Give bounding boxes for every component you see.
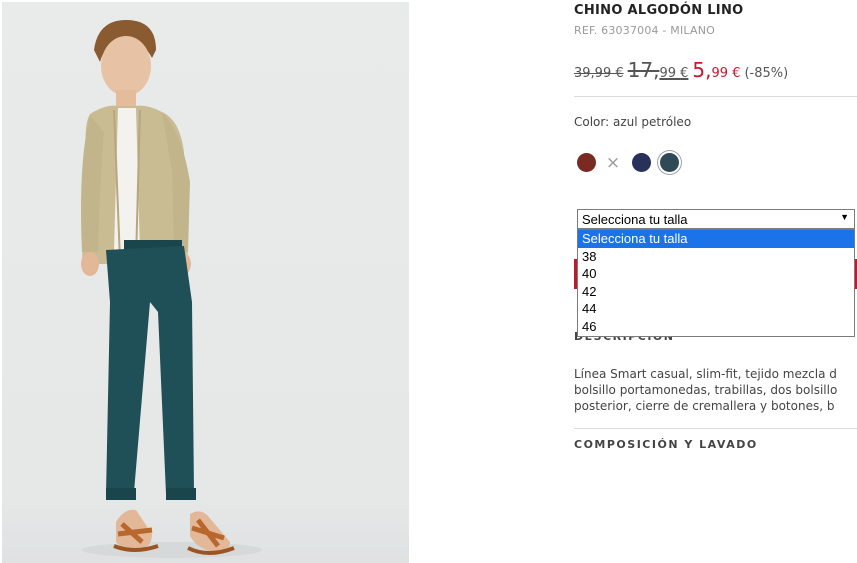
- color-label: Color: azul petróleo: [574, 115, 692, 129]
- price-block: 39,99 €17,99 €5,99 € (-85%): [574, 58, 788, 82]
- size-option-40[interactable]: 40: [578, 265, 854, 283]
- product-image[interactable]: [2, 2, 409, 563]
- discount-badge: (-85%): [744, 66, 789, 81]
- size-option-44[interactable]: 44: [578, 300, 854, 318]
- size-option-placeholder[interactable]: Selecciona tu talla: [578, 230, 854, 248]
- size-option-46[interactable]: 46: [578, 318, 854, 336]
- unavailable-cross-icon: ×: [605, 152, 621, 173]
- size-select[interactable]: Selecciona tu talla ▼: [577, 209, 855, 229]
- size-dropdown-list: Selecciona tu talla 38 40 42 44 46: [577, 229, 855, 337]
- divider: [574, 428, 857, 429]
- swatch-granate[interactable]: [577, 153, 596, 172]
- price-original: 39,99 €: [574, 66, 624, 81]
- model-illustration: [81, 20, 262, 558]
- price-previous: 17,99 €: [627, 58, 689, 82]
- color-swatches: ×: [577, 153, 688, 172]
- dropdown-arrow-icon: ▼: [840, 212, 849, 222]
- swatch-azul-petroleo[interactable]: [660, 153, 679, 172]
- swatch-azul-marino[interactable]: [632, 153, 651, 172]
- description-text: Línea Smart casual, slim-fit, tejido mez…: [574, 367, 838, 413]
- size-option-42[interactable]: 42: [578, 283, 854, 301]
- composition-heading[interactable]: COMPOSICIÓN Y LAVADO: [574, 438, 758, 451]
- divider: [574, 96, 857, 97]
- price-current: 5,99 €: [692, 58, 741, 82]
- product-title: CHINO ALGODÓN LINO: [574, 3, 744, 18]
- size-option-38[interactable]: 38: [578, 248, 854, 266]
- size-select-value: Selecciona tu talla: [582, 212, 688, 227]
- product-reference: REF. 63037004 - MILANO: [574, 24, 716, 37]
